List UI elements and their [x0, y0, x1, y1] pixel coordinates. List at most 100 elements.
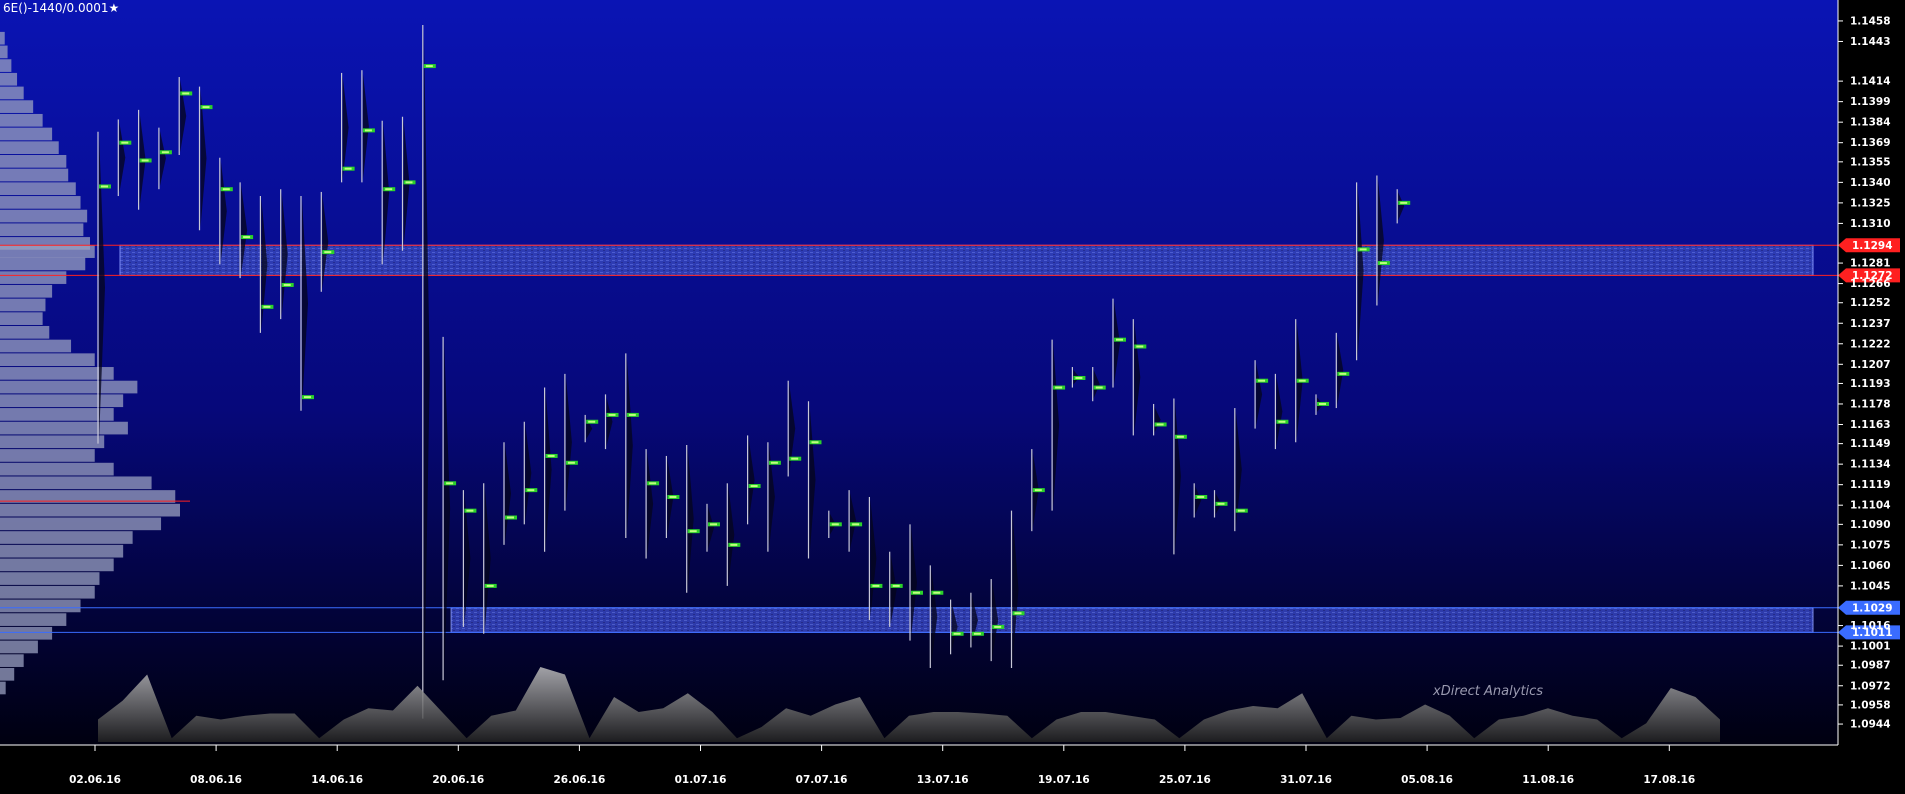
volume-profile-row: [0, 155, 67, 168]
volume-profile-row: [0, 325, 50, 339]
bar-poc: [973, 632, 981, 635]
volume-profile-row: [0, 59, 12, 72]
volume-profile-row: [0, 681, 6, 695]
volume-profile-row: [0, 449, 95, 462]
y-tick-label: 1.1310: [1850, 218, 1891, 230]
y-tick-label: 1.1369: [1850, 137, 1891, 149]
x-tick-label: 02.06.16: [69, 774, 121, 786]
volume-profile-row: [0, 421, 128, 435]
bar-poc: [527, 489, 535, 492]
bar-poc: [1278, 420, 1286, 423]
volume-profile-row: [0, 141, 59, 154]
bar-poc: [507, 516, 514, 519]
bar-poc: [1034, 489, 1042, 492]
volume-profile-row: [0, 100, 34, 113]
y-tick-label: 1.1355: [1850, 156, 1891, 168]
y-tick-label: 1.1252: [1850, 297, 1891, 309]
volume-profile-row: [0, 558, 114, 572]
bar-poc: [101, 185, 108, 188]
volume-profile-row: [0, 168, 69, 182]
y-tick-label: 1.1414: [1850, 76, 1891, 88]
y-tick-label: 1.0958: [1850, 699, 1891, 711]
volume-profile-row: [0, 626, 53, 640]
y-tick-label: 1.1222: [1850, 338, 1891, 350]
volume-profile-row: [0, 613, 67, 626]
price-zone: [450, 607, 1814, 633]
volume-profile-row: [0, 503, 180, 517]
bar-poc: [628, 413, 636, 416]
y-tick-label: 1.1149: [1850, 438, 1891, 450]
x-tick-label: 05.08.16: [1401, 774, 1453, 786]
chart-window: 1.1458 1.1443 1.1414 1.1399 1.1384 1.1369 1.13…: [0, 0, 1905, 794]
bar-poc: [669, 495, 677, 498]
volume-profile-row: [0, 353, 95, 367]
bar-poc: [1095, 386, 1103, 389]
x-tick-label: 14.06.16: [311, 774, 363, 786]
volume-profile-row: [0, 271, 67, 284]
volume-profile-row: [0, 127, 53, 141]
volume-profile-row: [0, 394, 124, 408]
bar-poc: [283, 283, 291, 286]
volume-profile-row: [0, 257, 86, 271]
bar-poc: [710, 523, 717, 526]
volume-profile-row: [0, 367, 114, 380]
y-tick-label: 1.1193: [1850, 378, 1891, 390]
y-tick-label: 1.0944: [1850, 719, 1891, 731]
instrument-title[interactable]: 6E()-1440/0.0001★: [3, 1, 119, 15]
brand-watermark: xDirect Analytics: [1433, 684, 1544, 699]
y-tick-label: 1.1001: [1850, 641, 1891, 653]
volume-profile-row: [0, 572, 100, 585]
volume-profile-row: [0, 654, 24, 667]
favorite-star-icon[interactable]: ★: [108, 1, 119, 15]
bar-poc: [202, 106, 210, 109]
x-tick-label: 01.07.16: [675, 774, 727, 786]
bar-poc: [872, 584, 880, 587]
bar-poc: [263, 305, 271, 308]
volume-profile-row: [0, 196, 81, 209]
volume-profile-row: [0, 209, 88, 223]
time-axis-panel: [0, 745, 1838, 794]
bar-poc: [1055, 386, 1063, 389]
x-tick-label: 17.08.16: [1643, 774, 1695, 786]
bar-poc: [161, 151, 169, 154]
bar-poc: [344, 167, 352, 170]
volume-profile-row: [0, 380, 138, 394]
volume-profile-row: [0, 517, 162, 531]
bar-poc: [1319, 402, 1326, 405]
price-chart[interactable]: 1.1458 1.1443 1.1414 1.1399 1.1384 1.1369 1.13…: [0, 0, 1905, 794]
y-tick-label: 1.1119: [1850, 479, 1891, 491]
bar-poc: [852, 523, 860, 526]
bar-poc: [730, 543, 738, 546]
volume-profile-row: [0, 339, 72, 353]
x-tick-label: 07.07.16: [796, 774, 848, 786]
plot-background: [0, 0, 1838, 745]
y-tick-label: 1.1340: [1850, 177, 1891, 189]
y-tick-label: 1.1045: [1850, 580, 1891, 592]
volume-profile-row: [0, 284, 53, 298]
bar-poc: [608, 413, 616, 416]
volume-profile-row: [0, 72, 18, 86]
bar-poc: [121, 141, 129, 144]
x-tick-label: 20.06.16: [432, 774, 484, 786]
bar-poc: [182, 92, 190, 95]
y-tick-label: 1.0972: [1850, 680, 1891, 692]
y-tick-label: 1.1399: [1850, 96, 1891, 108]
y-tick-label: 1.1075: [1850, 539, 1891, 551]
x-tick-label: 26.06.16: [553, 774, 605, 786]
level-badge-label: 1.1029: [1852, 602, 1893, 614]
bar-poc: [385, 188, 393, 191]
y-tick-label: 1.1134: [1850, 459, 1891, 471]
bar-poc: [689, 530, 697, 533]
x-tick-label: 31.07.16: [1280, 774, 1332, 786]
bar-poc: [831, 523, 839, 526]
volume-profile-row: [0, 531, 133, 544]
bar-poc: [1176, 435, 1184, 438]
bar-poc: [1359, 248, 1367, 251]
y-tick-label: 1.0987: [1850, 660, 1891, 672]
y-tick-label: 1.1207: [1850, 359, 1891, 371]
volume-profile-row: [0, 182, 76, 196]
bar-poc: [1197, 495, 1205, 498]
bar-poc: [1237, 509, 1245, 512]
x-tick-label: 13.07.16: [917, 774, 969, 786]
volume-profile-row: [0, 113, 43, 127]
